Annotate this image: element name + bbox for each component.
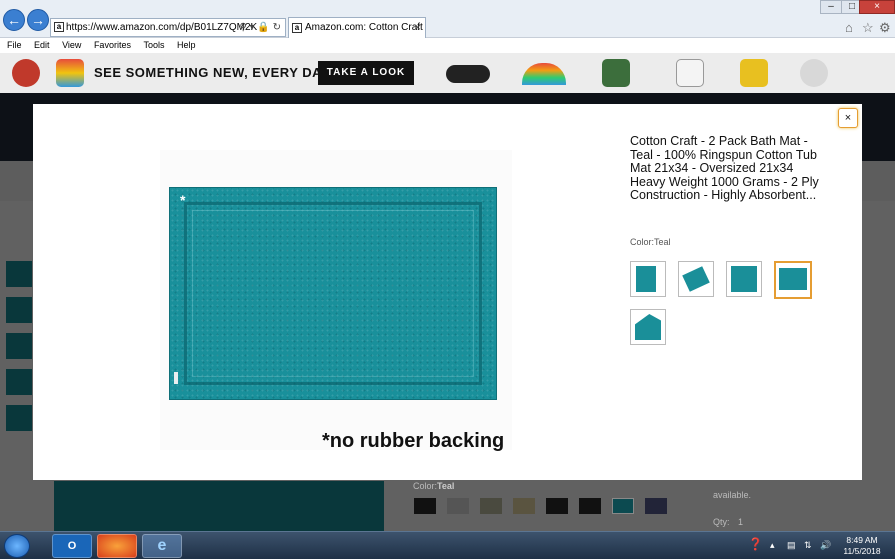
bg-color-swatch-1[interactable] xyxy=(414,498,436,514)
menu-edit[interactable]: Edit xyxy=(34,38,50,53)
promo-rainbow-icon xyxy=(522,63,566,85)
system-clock[interactable]: 8:49 AM 11/5/2018 xyxy=(836,535,888,557)
address-bar[interactable]: a https://www.amazon.com/dp/B01LZ7QM2K ⚲… xyxy=(50,18,286,37)
thumb-image xyxy=(636,266,656,292)
take-a-look-button[interactable]: TAKE A LOOK xyxy=(318,61,414,85)
modal-close-button[interactable]: × xyxy=(838,108,858,128)
promo-product3-icon xyxy=(740,59,768,87)
tab-close-icon[interactable]: × xyxy=(415,18,421,38)
usb-tray-icon[interactable]: ⇅ xyxy=(804,540,812,551)
promo-banner: SEE SOMETHING NEW, EVERY DAY. TAKE A LOO… xyxy=(0,53,895,93)
bg-color-swatch-8[interactable] xyxy=(645,498,667,514)
bg-color-swatch-7[interactable] xyxy=(612,498,634,514)
menu-bar: File Edit View Favorites Tools Help xyxy=(0,38,895,53)
tab-favicon-icon: a xyxy=(292,23,302,33)
color-value: Teal xyxy=(654,237,671,247)
settings-gear-icon[interactable]: ⚙ xyxy=(879,20,891,36)
thumb-image xyxy=(779,268,807,290)
bg-fulfilled-text: available. xyxy=(713,490,752,500)
image-star-mark: * xyxy=(180,192,186,208)
bg-color-swatch-6[interactable] xyxy=(579,498,601,514)
network-tray-icon[interactable]: ▤ xyxy=(787,540,796,551)
menu-help[interactable]: Help xyxy=(177,38,196,53)
thumb-image xyxy=(731,266,757,292)
windows-taskbar: O e ❓ ▴ ▤ ⇅ 🔊 8:49 AM 11/5/2018 xyxy=(0,531,895,559)
bg-color-swatch-5[interactable] xyxy=(546,498,568,514)
help-tray-icon[interactable]: ❓ xyxy=(748,537,763,551)
modal-color-line: Color:Teal xyxy=(630,237,671,247)
home-icon[interactable]: ⌂ xyxy=(845,20,853,35)
clock-date: 11/5/2018 xyxy=(843,546,881,556)
tab-title: Amazon.com: Cotton Craft ... xyxy=(305,22,426,33)
promo-text: SEE SOMETHING NEW, EVERY DAY. xyxy=(94,65,333,80)
clock-time: 8:49 AM xyxy=(846,535,878,545)
modal-thumbnail-2[interactable] xyxy=(678,261,714,297)
browser-titlebar: ← → a https://www.amazon.com/dp/B01LZ7QM… xyxy=(0,0,895,38)
image-caption: *no rubber backing xyxy=(322,430,505,452)
menu-favorites[interactable]: Favorites xyxy=(94,38,131,53)
outlook-taskbar-icon[interactable]: O xyxy=(52,534,92,558)
tab-amazon[interactable]: a Amazon.com: Cotton Craft ... × xyxy=(288,17,426,38)
bg-color-swatch-2[interactable] xyxy=(447,498,469,514)
promo-scissors-icon xyxy=(800,59,828,87)
bg-qty-label: Qty: xyxy=(713,517,730,527)
address-url: https://www.amazon.com/dp/B01LZ7QM2K xyxy=(66,22,258,33)
menu-view[interactable]: View xyxy=(62,38,81,53)
back-button[interactable]: ← xyxy=(3,9,25,31)
thumb-image xyxy=(682,266,710,292)
tray-expand-icon[interactable]: ▴ xyxy=(770,540,775,551)
color-label: Color: xyxy=(630,237,655,247)
modal-thumbnail-3[interactable] xyxy=(726,261,762,297)
promo-chart-icon xyxy=(676,59,704,87)
modal-thumbnail-4-selected[interactable] xyxy=(774,261,812,299)
forward-button[interactable]: → xyxy=(27,9,49,31)
thumb-image xyxy=(635,314,661,340)
bg-qty-value[interactable]: 1 xyxy=(738,517,743,527)
modal-thumbnail-1[interactable] xyxy=(630,261,666,297)
amazon-favicon-icon: a xyxy=(54,22,64,32)
bg-color-swatch-4[interactable] xyxy=(513,498,535,514)
modal-thumbnail-5[interactable] xyxy=(630,309,666,345)
promo-product-icon xyxy=(56,59,84,87)
volume-tray-icon[interactable]: 🔊 xyxy=(820,540,831,551)
minimize-button[interactable]: – xyxy=(820,0,842,14)
address-tools-icon[interactable]: ⚲ ▾ 🔒 ↻ xyxy=(239,19,281,36)
favorites-star-icon[interactable]: ☆ xyxy=(862,20,874,36)
ie-taskbar-icon[interactable]: e xyxy=(142,534,182,558)
bg-color-label: Color:Teal xyxy=(413,481,455,491)
promo-badge-icon xyxy=(12,59,40,87)
bg-color-swatch-3[interactable] xyxy=(480,498,502,514)
firefox-taskbar-icon[interactable] xyxy=(97,534,137,558)
promo-product2-icon xyxy=(602,59,630,87)
mat-tag xyxy=(174,372,178,384)
menu-tools[interactable]: Tools xyxy=(143,38,164,53)
menu-file[interactable]: File xyxy=(7,38,22,53)
window-close-button[interactable]: × xyxy=(859,0,895,14)
large-product-image: * xyxy=(169,187,497,400)
promo-sunglasses-icon xyxy=(446,65,490,83)
start-button[interactable] xyxy=(4,534,30,558)
mat-inner-border xyxy=(192,210,474,377)
modal-product-title: Cotton Craft - 2 Pack Bath Mat - Teal - … xyxy=(630,134,819,202)
